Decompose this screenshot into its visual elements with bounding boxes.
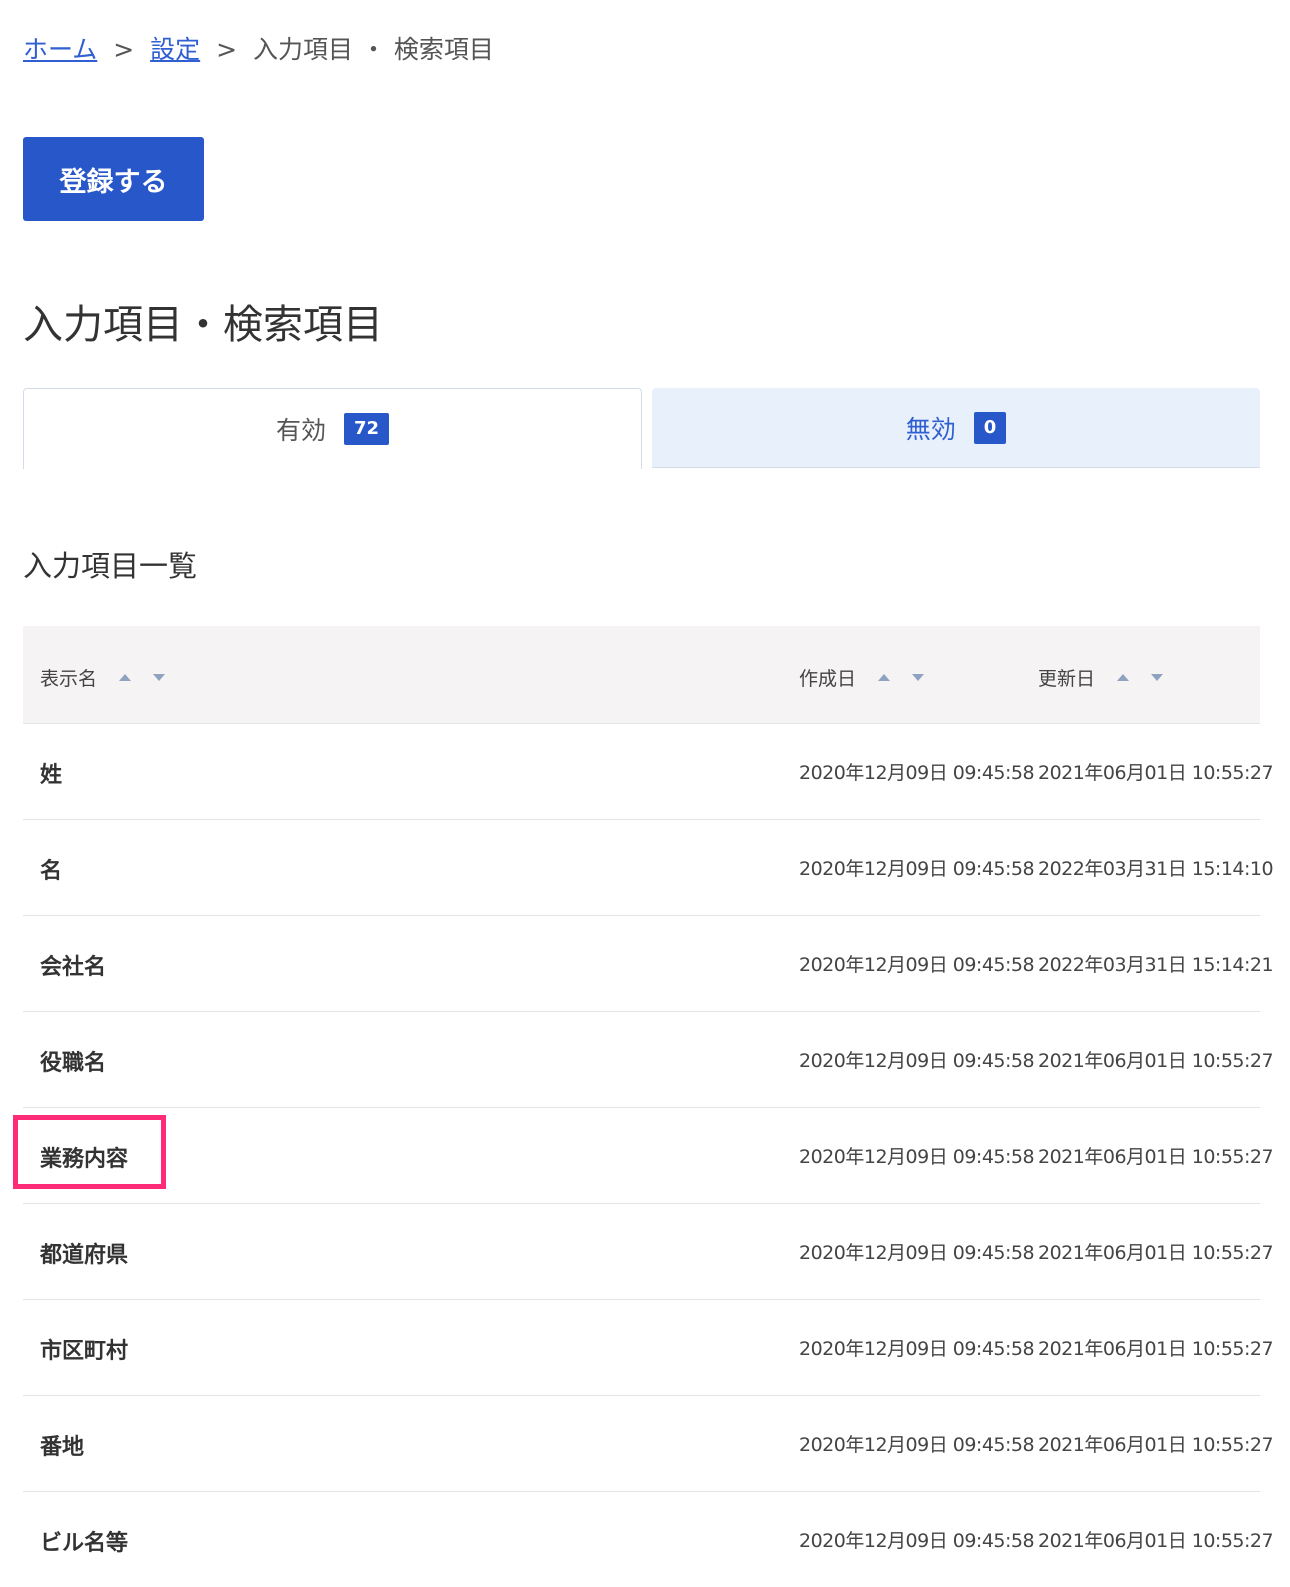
updated-date: 2021年06月01日 10:55:27 — [1038, 762, 1274, 784]
fields-table: 表示名 作成日 更新日 姓 2020年12月09日 09:45:58 2021年… — [23, 626, 1274, 1587]
table-row[interactable]: 番地 2020年12月09日 09:45:58 2021年06月01日 10:5… — [23, 1396, 1274, 1492]
tab-disabled[interactable]: 無効 0 — [652, 388, 1260, 468]
field-name[interactable]: 役職名 — [40, 1045, 106, 1077]
updated-date: 2021年06月01日 10:55:27 — [1038, 1338, 1274, 1360]
column-header-created: 作成日 — [799, 664, 925, 691]
breadcrumb-home-link[interactable]: ホーム — [23, 35, 97, 64]
field-name[interactable]: 番地 — [40, 1429, 84, 1461]
sort-ascending-icon[interactable] — [1117, 674, 1130, 681]
tab-label: 無効 — [905, 414, 956, 444]
table-row[interactable]: 都道府県 2020年12月09日 09:45:58 2021年06月01日 10… — [23, 1204, 1274, 1300]
created-date: 2020年12月09日 09:45:58 — [799, 1434, 1035, 1456]
count-badge: 72 — [343, 413, 390, 445]
breadcrumb: ホーム > 設定 > 入力項目 ・ 検索項目 — [23, 30, 494, 66]
updated-date: 2022年03月31日 15:14:10 — [1038, 858, 1274, 880]
field-name[interactable]: 都道府県 — [40, 1237, 128, 1269]
register-button[interactable]: 登録する — [23, 137, 204, 221]
table-header: 表示名 作成日 更新日 — [23, 626, 1260, 724]
field-name[interactable]: ビル名等 — [40, 1525, 128, 1557]
sort-ascending-icon[interactable] — [878, 674, 891, 681]
tab-label: 有効 — [275, 416, 326, 445]
breadcrumb-separator: > — [113, 35, 135, 64]
table-row[interactable]: ビル名等 2020年12月09日 09:45:58 2021年06月01日 10… — [23, 1492, 1274, 1587]
sort-ascending-icon[interactable] — [119, 674, 132, 681]
breadcrumb-settings-link[interactable]: 設定 — [150, 35, 200, 64]
updated-date: 2021年06月01日 10:55:27 — [1038, 1242, 1274, 1264]
breadcrumb-current: 入力項目 ・ 検索項目 — [253, 35, 494, 64]
field-name[interactable]: 姓 — [40, 757, 62, 789]
status-tabs: 有効 72 無効 0 — [23, 388, 1260, 469]
column-header-label: 更新日 — [1038, 668, 1096, 690]
table-row[interactable]: 名 2020年12月09日 09:45:58 2022年03月31日 15:14… — [23, 820, 1274, 916]
updated-date: 2021年06月01日 10:55:27 — [1038, 1146, 1274, 1168]
table-row[interactable]: 会社名 2020年12月09日 09:45:58 2022年03月31日 15:… — [23, 916, 1274, 1012]
sort-descending-icon[interactable] — [912, 674, 925, 681]
created-date: 2020年12月09日 09:45:58 — [799, 1530, 1035, 1552]
created-date: 2020年12月09日 09:45:58 — [799, 954, 1035, 976]
updated-date: 2022年03月31日 15:14:21 — [1038, 954, 1274, 976]
column-header-label: 作成日 — [799, 668, 857, 690]
updated-date: 2021年06月01日 10:55:27 — [1038, 1530, 1274, 1552]
column-header-name: 表示名 — [40, 664, 166, 691]
updated-date: 2021年06月01日 10:55:27 — [1038, 1050, 1274, 1072]
field-name[interactable]: 名 — [40, 853, 62, 885]
count-badge: 0 — [973, 411, 1007, 444]
table-row[interactable]: 市区町村 2020年12月09日 09:45:58 2021年06月01日 10… — [23, 1300, 1274, 1396]
field-name[interactable]: 市区町村 — [40, 1333, 128, 1365]
table-row[interactable]: 業務内容 2020年12月09日 09:45:58 2021年06月01日 10… — [23, 1108, 1274, 1204]
column-header-label: 表示名 — [40, 668, 98, 690]
created-date: 2020年12月09日 09:45:58 — [799, 858, 1035, 880]
table-row[interactable]: 役職名 2020年12月09日 09:45:58 2021年06月01日 10:… — [23, 1012, 1274, 1108]
field-name[interactable]: 業務内容 — [40, 1141, 128, 1173]
sort-descending-icon[interactable] — [153, 674, 166, 681]
page-title: 入力項目・検索項目 — [23, 302, 383, 348]
created-date: 2020年12月09日 09:45:58 — [799, 1050, 1035, 1072]
created-date: 2020年12月09日 09:45:58 — [799, 1338, 1035, 1360]
list-title: 入力項目一覧 — [23, 549, 198, 583]
sort-descending-icon[interactable] — [1151, 674, 1164, 681]
created-date: 2020年12月09日 09:45:58 — [799, 762, 1035, 784]
created-date: 2020年12月09日 09:45:58 — [799, 1146, 1035, 1168]
column-header-updated: 更新日 — [1038, 664, 1164, 691]
tab-enabled[interactable]: 有効 72 — [23, 388, 642, 469]
field-name[interactable]: 会社名 — [40, 949, 106, 981]
table-row[interactable]: 姓 2020年12月09日 09:45:58 2021年06月01日 10:55… — [23, 724, 1274, 820]
updated-date: 2021年06月01日 10:55:27 — [1038, 1434, 1274, 1456]
breadcrumb-separator: > — [216, 35, 238, 64]
created-date: 2020年12月09日 09:45:58 — [799, 1242, 1035, 1264]
